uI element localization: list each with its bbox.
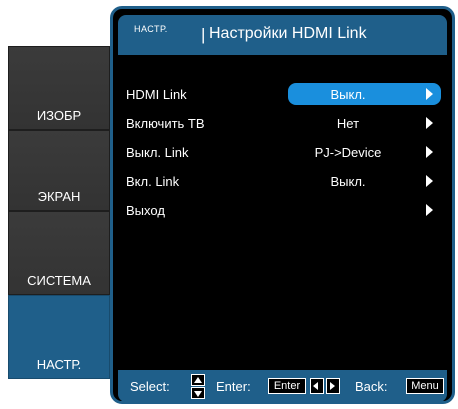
row-value: Выкл. (330, 174, 366, 189)
tab-display[interactable]: ЭКРАН (8, 130, 110, 211)
row-power-on-tv[interactable]: Включить ТВ Нет (113, 112, 452, 134)
row-label: Выкл. Link (126, 145, 189, 160)
row-power-off-link[interactable]: Выкл. Link PJ->Device (113, 141, 452, 163)
menu-key: Menu (406, 378, 444, 394)
row-exit[interactable]: Выход (113, 199, 452, 221)
tab-system[interactable]: СИСТЕМА (8, 211, 110, 295)
header-separator: | (201, 25, 206, 44)
back-help-label: Back: (355, 379, 388, 394)
chevron-right-icon[interactable] (426, 175, 433, 187)
enter-help-label: Enter: (216, 379, 251, 394)
down-arrow-icon (191, 387, 205, 399)
chevron-right-icon[interactable] (426, 204, 433, 216)
row-value: Выкл. (330, 87, 366, 102)
row-label: HDMI Link (126, 87, 187, 102)
help-bar: Select: Enter: Enter Back: Menu (118, 370, 447, 401)
tab-system-label: СИСТЕМА (27, 273, 91, 288)
row-value: Нет (336, 116, 360, 131)
row-label: Включить ТВ (126, 116, 205, 131)
page-title: Настройки HDMI Link (209, 25, 367, 42)
tab-image-label: ИЗОБР (36, 108, 82, 123)
row-value: PJ->Device (314, 145, 382, 160)
chevron-right-icon[interactable] (426, 117, 433, 129)
panel-header: НАСТР. | Настройки HDMI Link (118, 15, 447, 55)
row-label: Вкл. Link (126, 174, 180, 189)
up-down-keys (191, 374, 205, 400)
enter-key: Enter (268, 378, 306, 394)
row-label: Выход (126, 203, 165, 218)
up-arrow-icon (191, 374, 205, 386)
row-power-on-link[interactable]: Вкл. Link Выкл. (113, 170, 452, 192)
chevron-right-icon[interactable] (426, 88, 433, 100)
tab-display-label: ЭКРАН (37, 189, 81, 204)
chevron-right-icon[interactable] (426, 146, 433, 158)
right-arrow-icon (326, 378, 340, 394)
tab-image[interactable]: ИЗОБР (8, 46, 110, 130)
select-help-label: Select: (130, 379, 170, 394)
row-hdmi-link[interactable]: HDMI Link Выкл. (113, 83, 452, 105)
left-arrow-icon (310, 378, 324, 394)
tab-setup-label: НАСТР. (36, 357, 82, 372)
header-section: НАСТР. (134, 24, 168, 34)
tab-setup-active[interactable]: НАСТР. (8, 295, 110, 379)
settings-panel: НАСТР. | Настройки HDMI Link HDMI Link В… (110, 6, 455, 404)
